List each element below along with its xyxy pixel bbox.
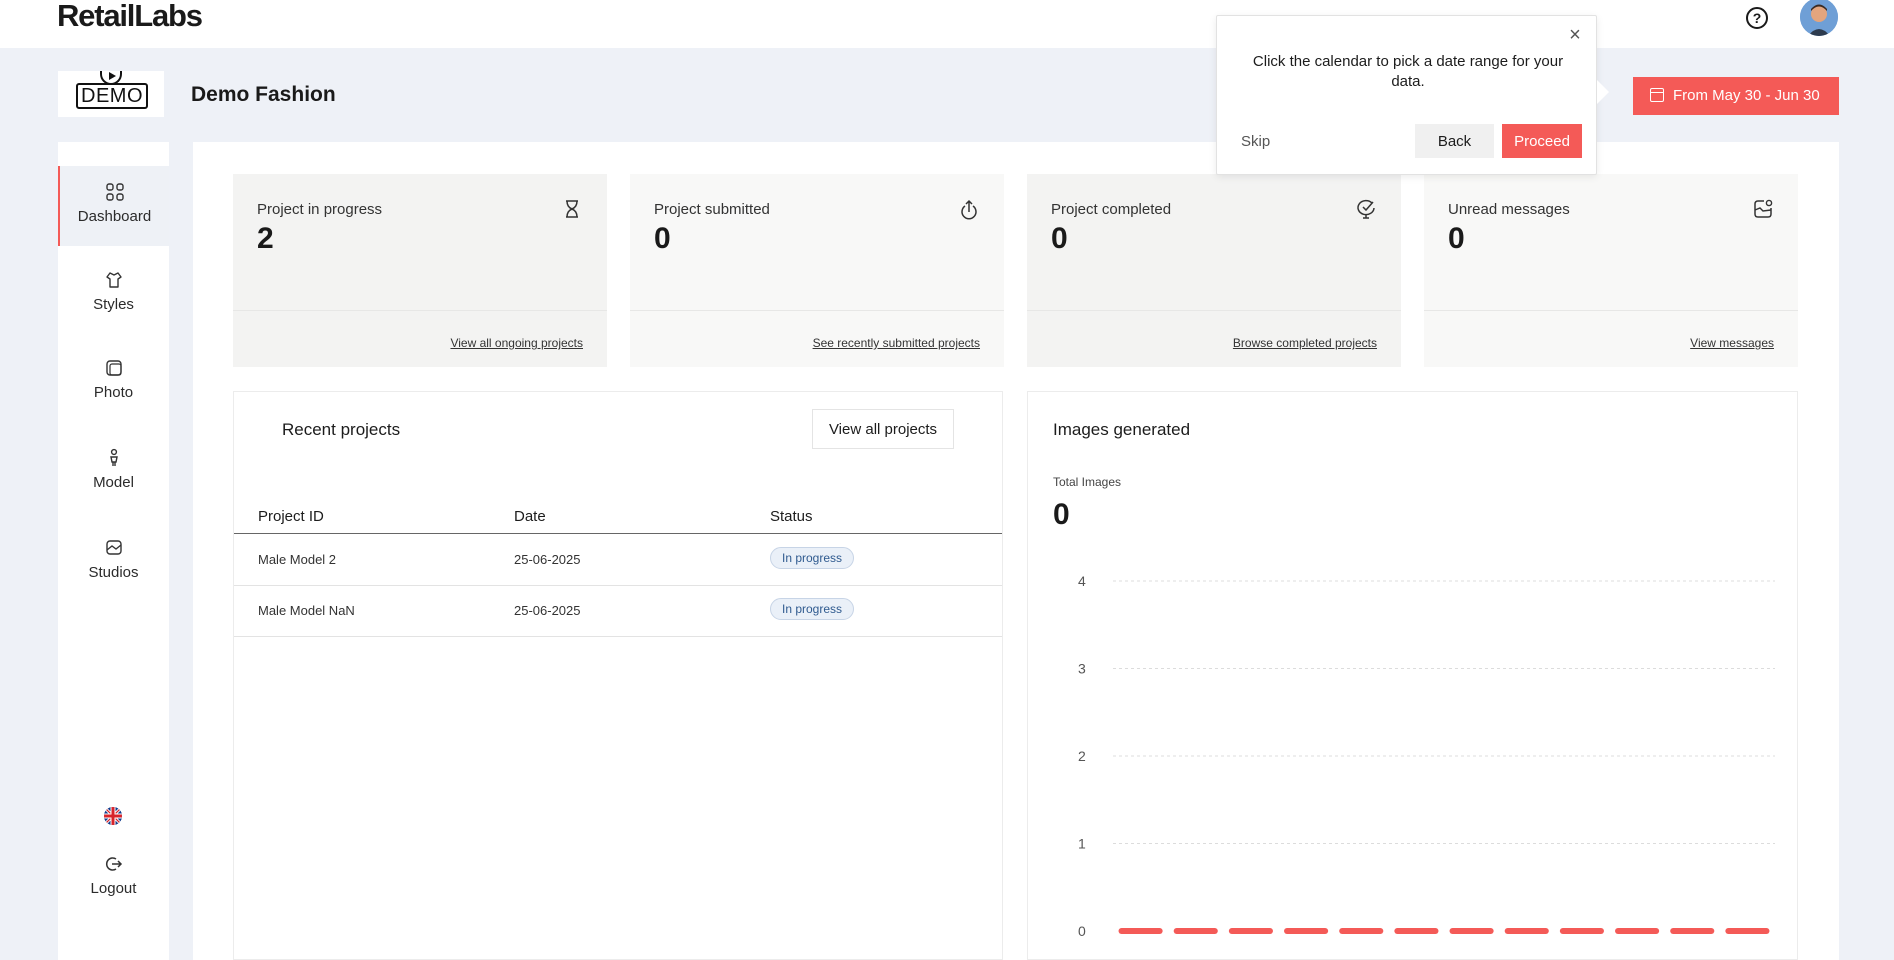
images-chart: 0 1 2 3 4 bbox=[1078, 573, 1775, 939]
tour-tooltip: × Click the calendar to pick a date rang… bbox=[1216, 15, 1609, 175]
grid-icon bbox=[105, 183, 124, 201]
message-icon bbox=[1754, 199, 1773, 218]
chart-bar[interactable] bbox=[1173, 928, 1218, 934]
sidebar-item-label: Dashboard bbox=[77, 208, 152, 225]
sidebar-item-model[interactable]: Model bbox=[58, 432, 169, 512]
project-id: Male Model 2 bbox=[258, 552, 337, 567]
y-tick-label: 1 bbox=[1078, 836, 1086, 852]
uk-flag-icon[interactable] bbox=[104, 807, 122, 825]
sidebar-item-label: Photo bbox=[93, 384, 134, 401]
view-submitted-projects-link[interactable]: See recently submitted projects bbox=[813, 336, 980, 350]
sidebar-item-photo[interactable]: Photo bbox=[58, 342, 169, 422]
column-header-date[interactable]: Date bbox=[514, 508, 546, 525]
view-completed-projects-link[interactable]: Browse completed projects bbox=[1233, 336, 1377, 350]
stat-label: Project submitted bbox=[654, 201, 770, 218]
column-header-status[interactable]: Status bbox=[770, 508, 813, 525]
stat-value: 0 bbox=[654, 222, 671, 255]
studio-icon bbox=[105, 540, 122, 555]
view-messages-link[interactable]: View messages bbox=[1690, 336, 1774, 350]
chart-bar[interactable] bbox=[1504, 928, 1549, 934]
date-range-button[interactable]: From May 30 - Jun 30 bbox=[1633, 77, 1839, 115]
company-name: Demo Fashion bbox=[191, 83, 336, 106]
logout-icon bbox=[105, 857, 122, 871]
chart-bar[interactable] bbox=[1559, 928, 1604, 934]
avatar[interactable] bbox=[1800, 0, 1838, 36]
view-all-projects-button[interactable]: View all projects bbox=[812, 409, 954, 449]
y-tick-label: 4 bbox=[1078, 573, 1086, 589]
project-id: Male Model NaN bbox=[258, 603, 355, 618]
back-button[interactable]: Back bbox=[1415, 124, 1494, 158]
stat-value: 0 bbox=[1448, 222, 1465, 255]
y-tick-label: 0 bbox=[1078, 923, 1086, 939]
sidebar-item-studios[interactable]: Studios bbox=[58, 522, 169, 602]
hourglass-icon bbox=[566, 200, 578, 218]
chart-bar[interactable] bbox=[1228, 928, 1273, 934]
logout-label: Logout bbox=[90, 880, 137, 897]
tooltip-text: Click the calendar to pick a date range … bbox=[1252, 53, 1564, 90]
stat-label: Project in progress bbox=[257, 201, 383, 218]
monitor-check-icon bbox=[1357, 199, 1375, 219]
sidebar-item-dashboard[interactable]: Dashboard bbox=[58, 166, 169, 246]
photo-icon bbox=[105, 360, 122, 376]
status-badge: In progress bbox=[770, 598, 855, 620]
brand-logo[interactable]: RetailLabs bbox=[57, 0, 203, 34]
stat-card-in-progress: Project in progress 2 View all ongoing p… bbox=[233, 174, 607, 367]
sidebar: Dashboard Styles Photo Model Studios Log… bbox=[58, 142, 169, 960]
sidebar-item-label: Styles bbox=[93, 296, 134, 313]
sidebar-item-label: Model bbox=[93, 474, 134, 491]
chart-bar[interactable] bbox=[1339, 928, 1384, 934]
table-header: Project ID Date Status bbox=[234, 508, 1002, 534]
stat-value: 0 bbox=[1051, 222, 1068, 255]
table-row[interactable]: Male Model 2 25-06-2025 In progress bbox=[234, 535, 1002, 586]
project-date: 25-06-2025 bbox=[514, 552, 581, 567]
recent-projects-card: Recent projects View all projects Projec… bbox=[233, 391, 1003, 960]
calendar-icon bbox=[1650, 88, 1664, 102]
chart-bar[interactable] bbox=[1394, 928, 1439, 934]
column-header-project-id[interactable]: Project ID bbox=[258, 508, 324, 525]
chart-bar[interactable] bbox=[1284, 928, 1329, 934]
status-badge: In progress bbox=[770, 547, 855, 569]
proceed-button[interactable]: Proceed bbox=[1502, 124, 1582, 158]
images-generated-card: Images generated Total Images 0 01234 bbox=[1027, 391, 1798, 960]
chart-bar[interactable] bbox=[1725, 928, 1770, 934]
stat-card-messages: Unread messages 0 View messages bbox=[1424, 174, 1798, 367]
company-logo-text: DEMO bbox=[76, 83, 148, 109]
stat-card-completed: Project completed 0 Browse completed pro… bbox=[1027, 174, 1401, 367]
stat-label: Unread messages bbox=[1448, 201, 1570, 218]
close-icon[interactable]: × bbox=[1567, 25, 1583, 45]
chart-bar[interactable] bbox=[1449, 928, 1494, 934]
skip-button[interactable]: Skip bbox=[1241, 133, 1270, 150]
model-icon bbox=[109, 448, 118, 466]
date-range-label: From May 30 - Jun 30 bbox=[1673, 87, 1820, 104]
top-bar: RetailLabs ? bbox=[0, 0, 1894, 48]
upload-icon bbox=[961, 199, 977, 220]
chart-bar[interactable] bbox=[1670, 928, 1715, 934]
shirt-icon bbox=[105, 272, 122, 288]
view-ongoing-projects-link[interactable]: View all ongoing projects bbox=[450, 336, 583, 350]
logout-button[interactable]: Logout bbox=[58, 854, 169, 934]
chart-bar[interactable] bbox=[1118, 928, 1163, 934]
y-tick-label: 2 bbox=[1078, 748, 1086, 764]
project-date: 25-06-2025 bbox=[514, 603, 581, 618]
stat-value: 2 bbox=[257, 222, 274, 255]
table-row[interactable]: Male Model NaN 25-06-2025 In progress bbox=[234, 586, 1002, 637]
chart-bar[interactable] bbox=[1615, 928, 1660, 934]
stat-label: Project completed bbox=[1051, 201, 1172, 218]
stat-card-submitted: Project submitted 0 See recently submitt… bbox=[630, 174, 1004, 367]
sidebar-item-styles[interactable]: Styles bbox=[58, 254, 169, 334]
y-tick-label: 3 bbox=[1078, 661, 1086, 677]
company-logo: DEMO bbox=[58, 71, 164, 117]
help-icon[interactable]: ? bbox=[1746, 7, 1768, 29]
recent-projects-title: Recent projects bbox=[282, 420, 401, 439]
sidebar-item-label: Studios bbox=[88, 564, 139, 581]
